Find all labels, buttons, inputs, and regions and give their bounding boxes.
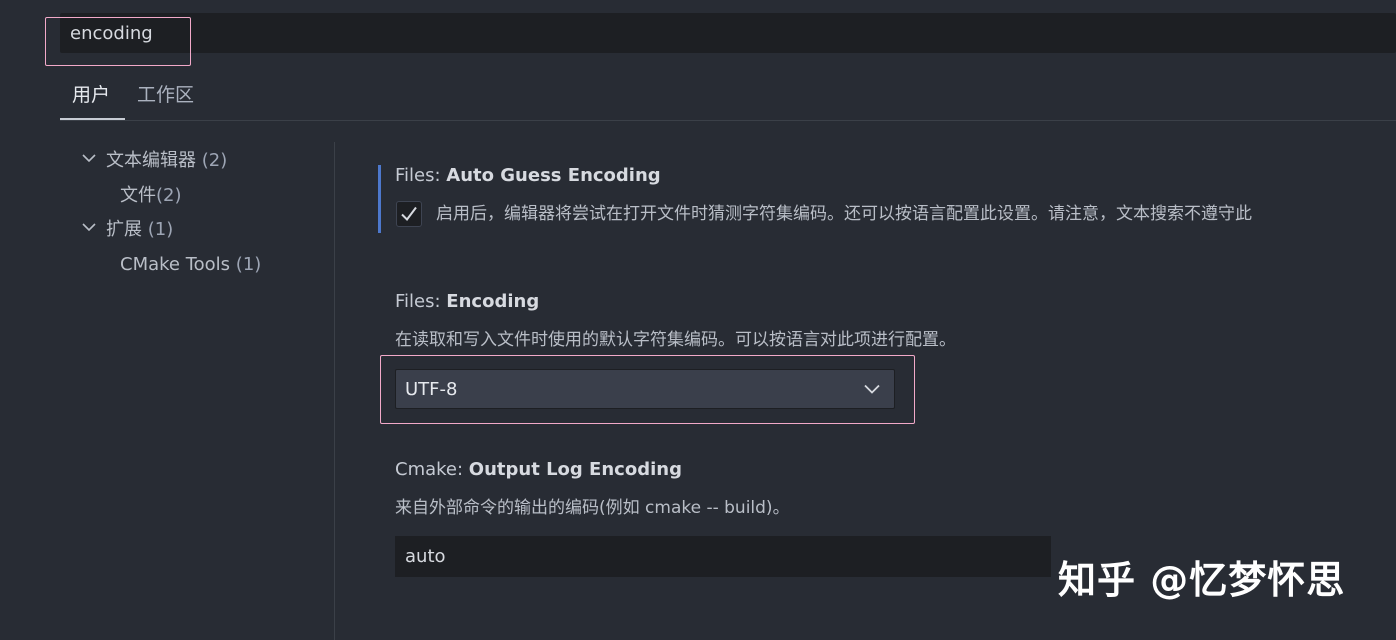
- toc-item-text-editor[interactable]: 文本编辑器 (2): [82, 149, 227, 173]
- settings-toc: 文本编辑器 (2) 文件(2) 扩展 (1) CMake Tools (1): [0, 140, 335, 640]
- tab-workspace[interactable]: 工作区: [137, 82, 194, 108]
- setting-title-encoding: Files: Encoding: [395, 290, 539, 314]
- setting-description-output-log-encoding: 来自外部命令的输出的编码(例如 cmake -- build)。: [395, 498, 790, 518]
- encoding-select[interactable]: UTF-8: [395, 369, 895, 409]
- setting-description-encoding: 在读取和写入文件时使用的默认字符集编码。可以按语言对此项进行配置。: [395, 330, 956, 350]
- toc-item-count: (1): [235, 254, 262, 275]
- auto-guess-encoding-checkbox[interactable]: [396, 201, 422, 227]
- tab-user[interactable]: 用户: [72, 82, 110, 108]
- setting-category: Files:: [395, 165, 447, 186]
- toc-divider: [334, 142, 335, 640]
- checkmark-icon: [401, 206, 417, 222]
- settings-search-bar[interactable]: [60, 13, 1396, 53]
- toc-item-label: CMake Tools: [120, 254, 231, 275]
- setting-category: Cmake:: [395, 459, 469, 480]
- setting-name: Output Log Encoding: [468, 459, 682, 480]
- focused-setting-indicator: [378, 165, 381, 233]
- watermark-text: 知乎 @忆梦怀思: [1058, 558, 1346, 602]
- setting-name: Auto Guess Encoding: [446, 165, 661, 186]
- setting-title-output-log-encoding: Cmake: Output Log Encoding: [395, 458, 682, 482]
- toc-item-files[interactable]: 文件(2): [120, 184, 182, 208]
- settings-scope-tabs: 用户 工作区: [60, 76, 1396, 121]
- toc-item-extensions[interactable]: 扩展 (1): [82, 218, 173, 242]
- toc-item-label: 文件: [120, 185, 156, 206]
- setting-title-auto-guess-encoding: Files: Auto Guess Encoding: [395, 164, 661, 188]
- chevron-down-icon: [82, 154, 96, 163]
- toc-item-label: 扩展: [106, 219, 142, 240]
- setting-category: Files:: [395, 291, 447, 312]
- chevron-down-icon: [82, 223, 96, 232]
- setting-description-auto-guess-encoding: 启用后，编辑器将尝试在打开文件时猜测字符集编码。还可以按语言配置此设置。请注意，…: [436, 204, 1252, 224]
- settings-search-input[interactable]: [70, 21, 570, 45]
- setting-name: Encoding: [446, 291, 540, 312]
- toc-item-cmake-tools[interactable]: CMake Tools (1): [120, 253, 261, 277]
- toc-item-count: (1): [147, 219, 174, 240]
- toc-item-count: (2): [156, 185, 182, 206]
- encoding-select-value: UTF-8: [405, 379, 458, 400]
- toc-item-label: 文本编辑器: [106, 150, 196, 171]
- toc-item-count: (2): [201, 150, 228, 171]
- output-log-encoding-input[interactable]: [395, 536, 1051, 577]
- tabs-divider: [60, 120, 1396, 121]
- chevron-down-icon: [864, 384, 880, 394]
